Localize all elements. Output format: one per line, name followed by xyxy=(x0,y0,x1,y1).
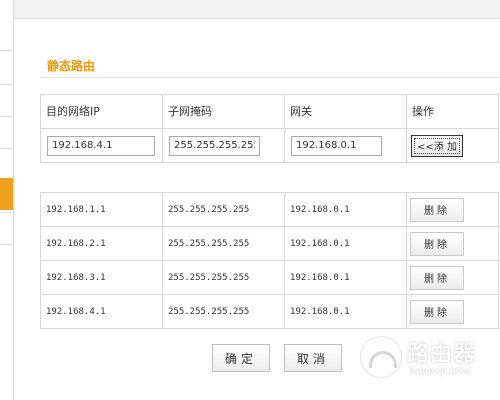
add-route-row: <<添 加 xyxy=(40,128,499,163)
subnet-mask-input[interactable] xyxy=(169,135,260,156)
route-mask: 255.255.255.255 xyxy=(168,272,250,283)
left-nav-rail xyxy=(0,0,14,400)
route-dest: 192.168.2.1 xyxy=(46,238,106,249)
watermark-logo: 路由器 luyouqi.com xyxy=(360,334,490,384)
gateway-input[interactable] xyxy=(291,135,382,156)
rail-active-item[interactable] xyxy=(0,178,13,210)
rail-divider xyxy=(0,244,13,245)
section-title: 静态路由 xyxy=(47,59,96,73)
route-gateway: 192.168.0.1 xyxy=(290,306,350,317)
route-mask: 255.255.255.255 xyxy=(168,306,250,317)
confirm-button[interactable]: 确定 xyxy=(212,344,270,372)
top-strip xyxy=(14,0,500,19)
column-dest-header: 目的网络IP xyxy=(46,104,100,118)
add-route-button[interactable]: <<添 加 xyxy=(411,134,463,157)
table-row: 192.168.2.1 255.255.255.255 192.168.0.1 … xyxy=(40,226,499,261)
route-mask: 255.255.255.255 xyxy=(168,204,250,215)
route-dest: 192.168.4.1 xyxy=(46,306,106,317)
watermark-name: 路由器 xyxy=(407,342,477,367)
route-gateway: 192.168.0.1 xyxy=(290,238,350,249)
column-gateway-header: 网关 xyxy=(290,104,312,118)
column-mask-header: 子网掩码 xyxy=(168,104,212,118)
cancel-button[interactable]: 取消 xyxy=(284,344,342,372)
delete-route-button[interactable]: 删除 xyxy=(410,231,464,256)
delete-route-button[interactable]: 删除 xyxy=(410,197,464,222)
route-form-table: 目的网络IP 子网掩码 网关 操作 <<添 加 xyxy=(40,94,499,163)
table-header-row: 目的网络IP 子网掩码 网关 操作 xyxy=(40,94,499,129)
route-gateway: 192.168.0.1 xyxy=(290,272,350,283)
dest-ip-input[interactable] xyxy=(47,135,155,156)
delete-route-button[interactable]: 删除 xyxy=(410,299,464,324)
router-logo-icon xyxy=(360,336,402,378)
route-dest: 192.168.3.1 xyxy=(46,272,106,283)
title-divider xyxy=(40,77,500,78)
column-action-header: 操作 xyxy=(412,104,434,118)
route-dest: 192.168.1.1 xyxy=(46,204,106,215)
rail-divider xyxy=(0,212,13,213)
route-mask: 255.255.255.255 xyxy=(168,238,250,249)
rail-divider xyxy=(0,84,13,85)
table-row: 192.168.3.1 255.255.255.255 192.168.0.1 … xyxy=(40,260,499,295)
watermark-url: luyouqi.com xyxy=(410,366,472,377)
rail-divider xyxy=(0,116,13,117)
route-list-table: 192.168.1.1 255.255.255.255 192.168.0.1 … xyxy=(40,192,499,329)
table-row: 192.168.1.1 255.255.255.255 192.168.0.1 … xyxy=(40,192,499,227)
delete-route-button[interactable]: 删除 xyxy=(410,265,464,290)
rail-divider xyxy=(0,50,13,51)
table-row: 192.168.4.1 255.255.255.255 192.168.0.1 … xyxy=(40,294,499,329)
rail-divider xyxy=(0,148,13,149)
route-gateway: 192.168.0.1 xyxy=(290,204,350,215)
